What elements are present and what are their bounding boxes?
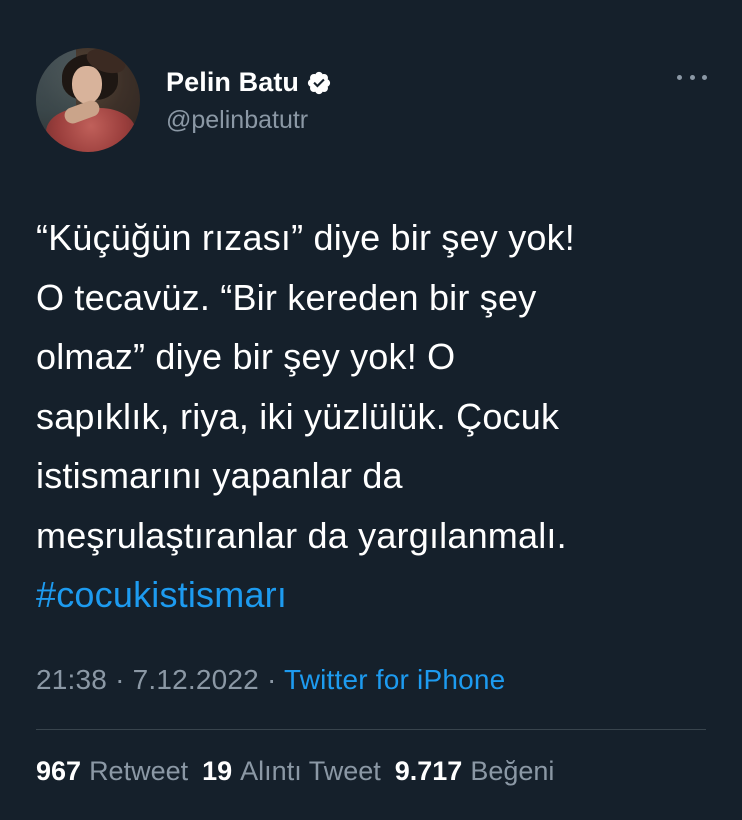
tweet-time[interactable]: 21:38 bbox=[36, 664, 107, 695]
tweet-text: “Küçüğün rızası” diye bir şey yok! O tec… bbox=[36, 208, 726, 625]
tweet-date[interactable]: 7.12.2022 bbox=[133, 664, 259, 695]
user-handle[interactable]: @pelinbatutr bbox=[166, 106, 332, 135]
name-row: Pelin Batu bbox=[166, 66, 332, 100]
retweets-stat[interactable]: 967 Retweet bbox=[36, 756, 188, 787]
tweet-header: Pelin Batu @pelinbatutr bbox=[36, 44, 332, 156]
retweets-label: Retweet bbox=[89, 756, 189, 786]
meta-separator: · bbox=[115, 664, 133, 695]
likes-label: Beğeni bbox=[470, 756, 555, 786]
avatar[interactable] bbox=[36, 48, 140, 152]
tweet-text-line: “Küçüğün rızası” diye bir şey yok! bbox=[36, 217, 576, 258]
more-dot bbox=[677, 74, 682, 80]
tweet-text-line: O tecavüz. “Bir kereden bir şey bbox=[36, 276, 537, 318]
verified-badge-icon bbox=[306, 70, 332, 96]
quotes-label: Alıntı Tweet bbox=[240, 756, 381, 786]
quotes-stat[interactable]: 19 Alıntı Tweet bbox=[202, 756, 381, 787]
tweet-text-line: sapıklık, riya, iki yüzlülük. Çocuk bbox=[36, 395, 560, 437]
display-name[interactable]: Pelin Batu bbox=[166, 67, 299, 98]
likes-stat[interactable]: 9.717 Beğeni bbox=[395, 756, 555, 787]
more-dot bbox=[702, 74, 707, 80]
retweets-count: 967 bbox=[36, 756, 82, 786]
quotes-count: 19 bbox=[202, 756, 233, 786]
more-options-icon[interactable] bbox=[677, 72, 707, 82]
tweet-text-line: istismarını yapanlar da bbox=[36, 455, 403, 496]
user-identity: Pelin Batu @pelinbatutr bbox=[166, 66, 332, 135]
avatar-face bbox=[72, 66, 102, 104]
tweet-stats: 967 Retweet 19 Alıntı Tweet 9.717 Beğeni bbox=[36, 756, 568, 787]
tweet-text-line: meşrulaştıranlar da yargılanmalı. bbox=[36, 514, 567, 556]
tweet-source-link[interactable]: Twitter for iPhone bbox=[284, 664, 505, 695]
more-dot bbox=[689, 74, 695, 80]
tweet-card: Pelin Batu @pelinbatutr “Küçüğün rızası”… bbox=[0, 0, 742, 820]
tweet-text-line: olmaz” diye bir şey yok! O bbox=[36, 336, 456, 377]
divider bbox=[36, 729, 706, 730]
hashtag-link[interactable]: #cocukistismarı bbox=[36, 565, 726, 625]
likes-count: 9.717 bbox=[394, 756, 463, 786]
meta-separator: · bbox=[266, 664, 284, 695]
tweet-meta: 21:38 · 7.12.2022 · Twitter for iPhone bbox=[36, 664, 505, 696]
